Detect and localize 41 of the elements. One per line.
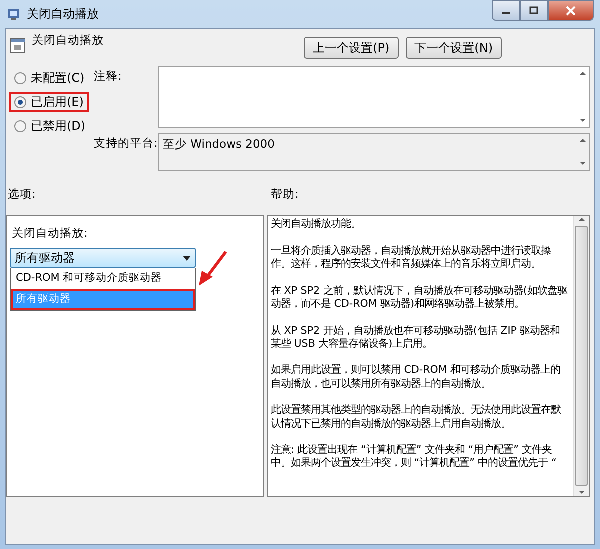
- scroll-down-icon[interactable]: [579, 117, 587, 124]
- close-button[interactable]: [548, 0, 594, 21]
- radio-icon: [14, 120, 27, 132]
- drives-dropdown[interactable]: 所有驱动器: [10, 248, 196, 268]
- radio-icon: [14, 72, 27, 84]
- caret-icon: [183, 256, 191, 260]
- scroll-up-icon[interactable]: [579, 70, 587, 77]
- policy-title: 关闭自动播放: [32, 32, 104, 48]
- scroll-up-icon[interactable]: [579, 137, 587, 144]
- radio-icon: [14, 96, 27, 108]
- help-paragraph: 从 XP SP2 开始，自动播放也在可移动驱动器(包括 ZIP 驱动器和某些 USB 大容量存储设备)上启用。: [271, 324, 562, 351]
- help-paragraph: 此设置禁用其他类型的驱动器上的自动播放。无法使用此设置在默认情况下已禁用的自动播放的驱动器上启用自动播放。: [271, 404, 562, 431]
- close-icon: [566, 6, 576, 16]
- platform-label: 支持的平台:: [93, 135, 158, 152]
- policy-icon: [10, 38, 26, 54]
- dropdown-option[interactable]: CD-ROM 和可移动介质驱动器: [11, 268, 195, 289]
- radio-option[interactable]: 已启用(E): [9, 92, 89, 112]
- scroll-down-icon[interactable]: [579, 160, 587, 167]
- help-paragraph: 关闭自动播放功能。: [271, 218, 362, 232]
- comment-field[interactable]: [158, 66, 590, 128]
- help-paragraph: 注意: 此设置出现在 “计算机配置” 文件夹和 “用户配置” 文件夹中。如果两个设置发生冲突，则 “计算机配置” 中的设置优先于 “: [271, 444, 558, 471]
- setting-label: 关闭自动播放:: [12, 226, 88, 240]
- maximize-icon: [529, 6, 539, 15]
- nav-button[interactable]: 上一个设置(P): [304, 37, 399, 59]
- help-paragraph: 一旦将介质插入驱动器，自动播放就开始从驱动器中进行读取操作。这样，程序的安装文件和音频媒体上的音乐将立即启动。: [271, 244, 552, 272]
- nav-button[interactable]: 下一个设置(N): [406, 37, 502, 59]
- window-title: 关闭自动播放: [27, 6, 99, 22]
- maximize-button[interactable]: [520, 0, 548, 21]
- app-icon: [6, 6, 22, 22]
- options-label: 选项:: [8, 187, 36, 201]
- help-label: 帮助:: [271, 187, 299, 203]
- scrollbar[interactable]: [573, 216, 589, 496]
- scroll-down-icon[interactable]: [578, 489, 586, 496]
- help-paragraph: 如果启用此设置，则可以禁用 CD-ROM 和可移动介质驱动器上的自动播放，也可以禁用所有驱动器上的自动播放。: [271, 364, 562, 391]
- comment-label: 注释:: [93, 68, 123, 85]
- scroll-up-icon[interactable]: [578, 216, 586, 223]
- radio-option[interactable]: 未配置(C): [9, 68, 90, 88]
- help-paragraph: 在 XP SP2 之前，默认情况下，自动播放在可移动驱动器(如软盘驱动器，而不是 CD-ROM 驱动器)和网络驱动器上被禁用。: [271, 284, 569, 312]
- radio-option[interactable]: 已禁用(D): [9, 116, 91, 136]
- platform-field: 至少 Windows 2000: [158, 133, 590, 171]
- minimize-button[interactable]: [492, 0, 520, 21]
